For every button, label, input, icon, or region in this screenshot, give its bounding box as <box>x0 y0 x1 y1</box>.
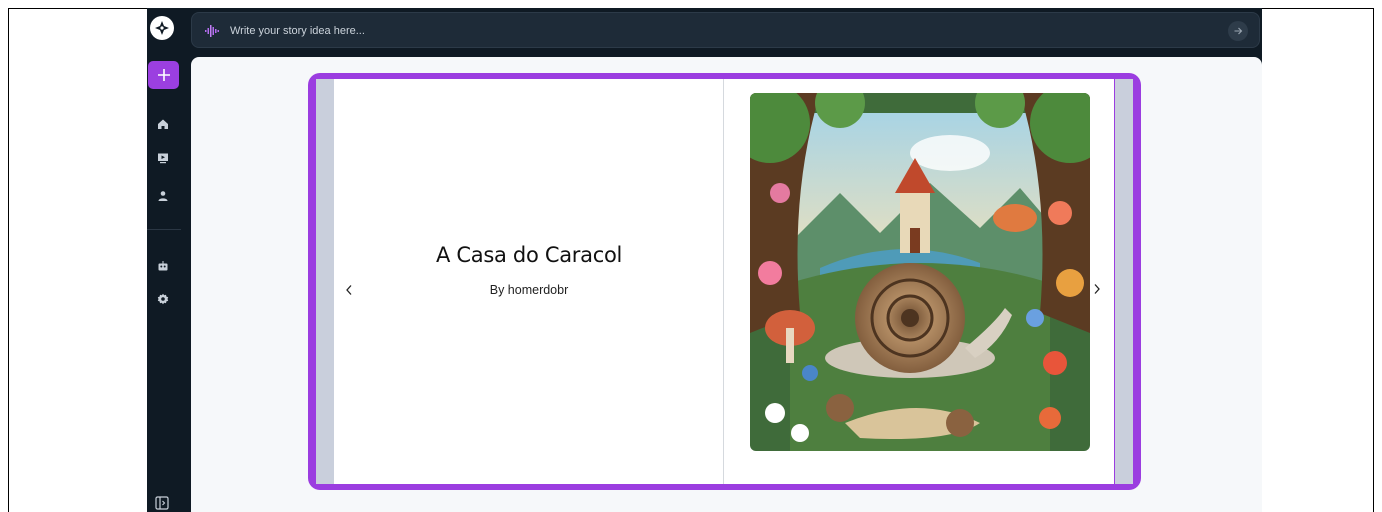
book-title: A Casa do Caracol <box>435 243 623 267</box>
next-page-button[interactable] <box>1090 281 1104 297</box>
user-icon <box>158 191 168 201</box>
sidebar-divider <box>147 229 181 230</box>
story-prompt-bar <box>191 12 1260 48</box>
main-content: A Casa do Caracol By homerdobr <box>191 57 1262 512</box>
story-idea-input[interactable] <box>230 21 1190 41</box>
page-edge-left <box>316 79 334 484</box>
book-cover-page: A Casa do Caracol By homerdobr <box>334 79 724 484</box>
snail-house-illustration <box>750 93 1090 451</box>
plus-icon <box>157 69 170 81</box>
new-story-button[interactable] <box>148 61 179 89</box>
submit-button[interactable] <box>1228 21 1248 41</box>
gear-icon <box>157 293 169 305</box>
home-icon <box>158 119 168 129</box>
chevron-right-icon <box>1094 284 1100 294</box>
presentation-icon <box>158 153 168 164</box>
book-viewer: A Casa do Caracol By homerdobr <box>308 73 1141 490</box>
page-edge-right <box>1115 79 1133 484</box>
robot-icon <box>158 261 168 271</box>
panel-toggle-icon[interactable] <box>155 496 171 512</box>
sidebar <box>147 8 181 512</box>
logo-icon[interactable] <box>150 16 174 40</box>
sidebar-item-profile[interactable] <box>155 188 171 204</box>
sound-wave-icon <box>205 25 219 37</box>
sidebar-item-slideshow[interactable] <box>155 150 171 166</box>
book-illustration-page <box>724 79 1114 484</box>
arrow-right-icon <box>1234 27 1243 35</box>
book-author: By homerdobr <box>489 283 569 297</box>
app-window: A Casa do Caracol By homerdobr <box>147 8 1262 512</box>
sidebar-item-settings[interactable] <box>155 291 171 307</box>
sidebar-item-bot[interactable] <box>155 258 171 274</box>
sidebar-item-home[interactable] <box>155 116 171 132</box>
